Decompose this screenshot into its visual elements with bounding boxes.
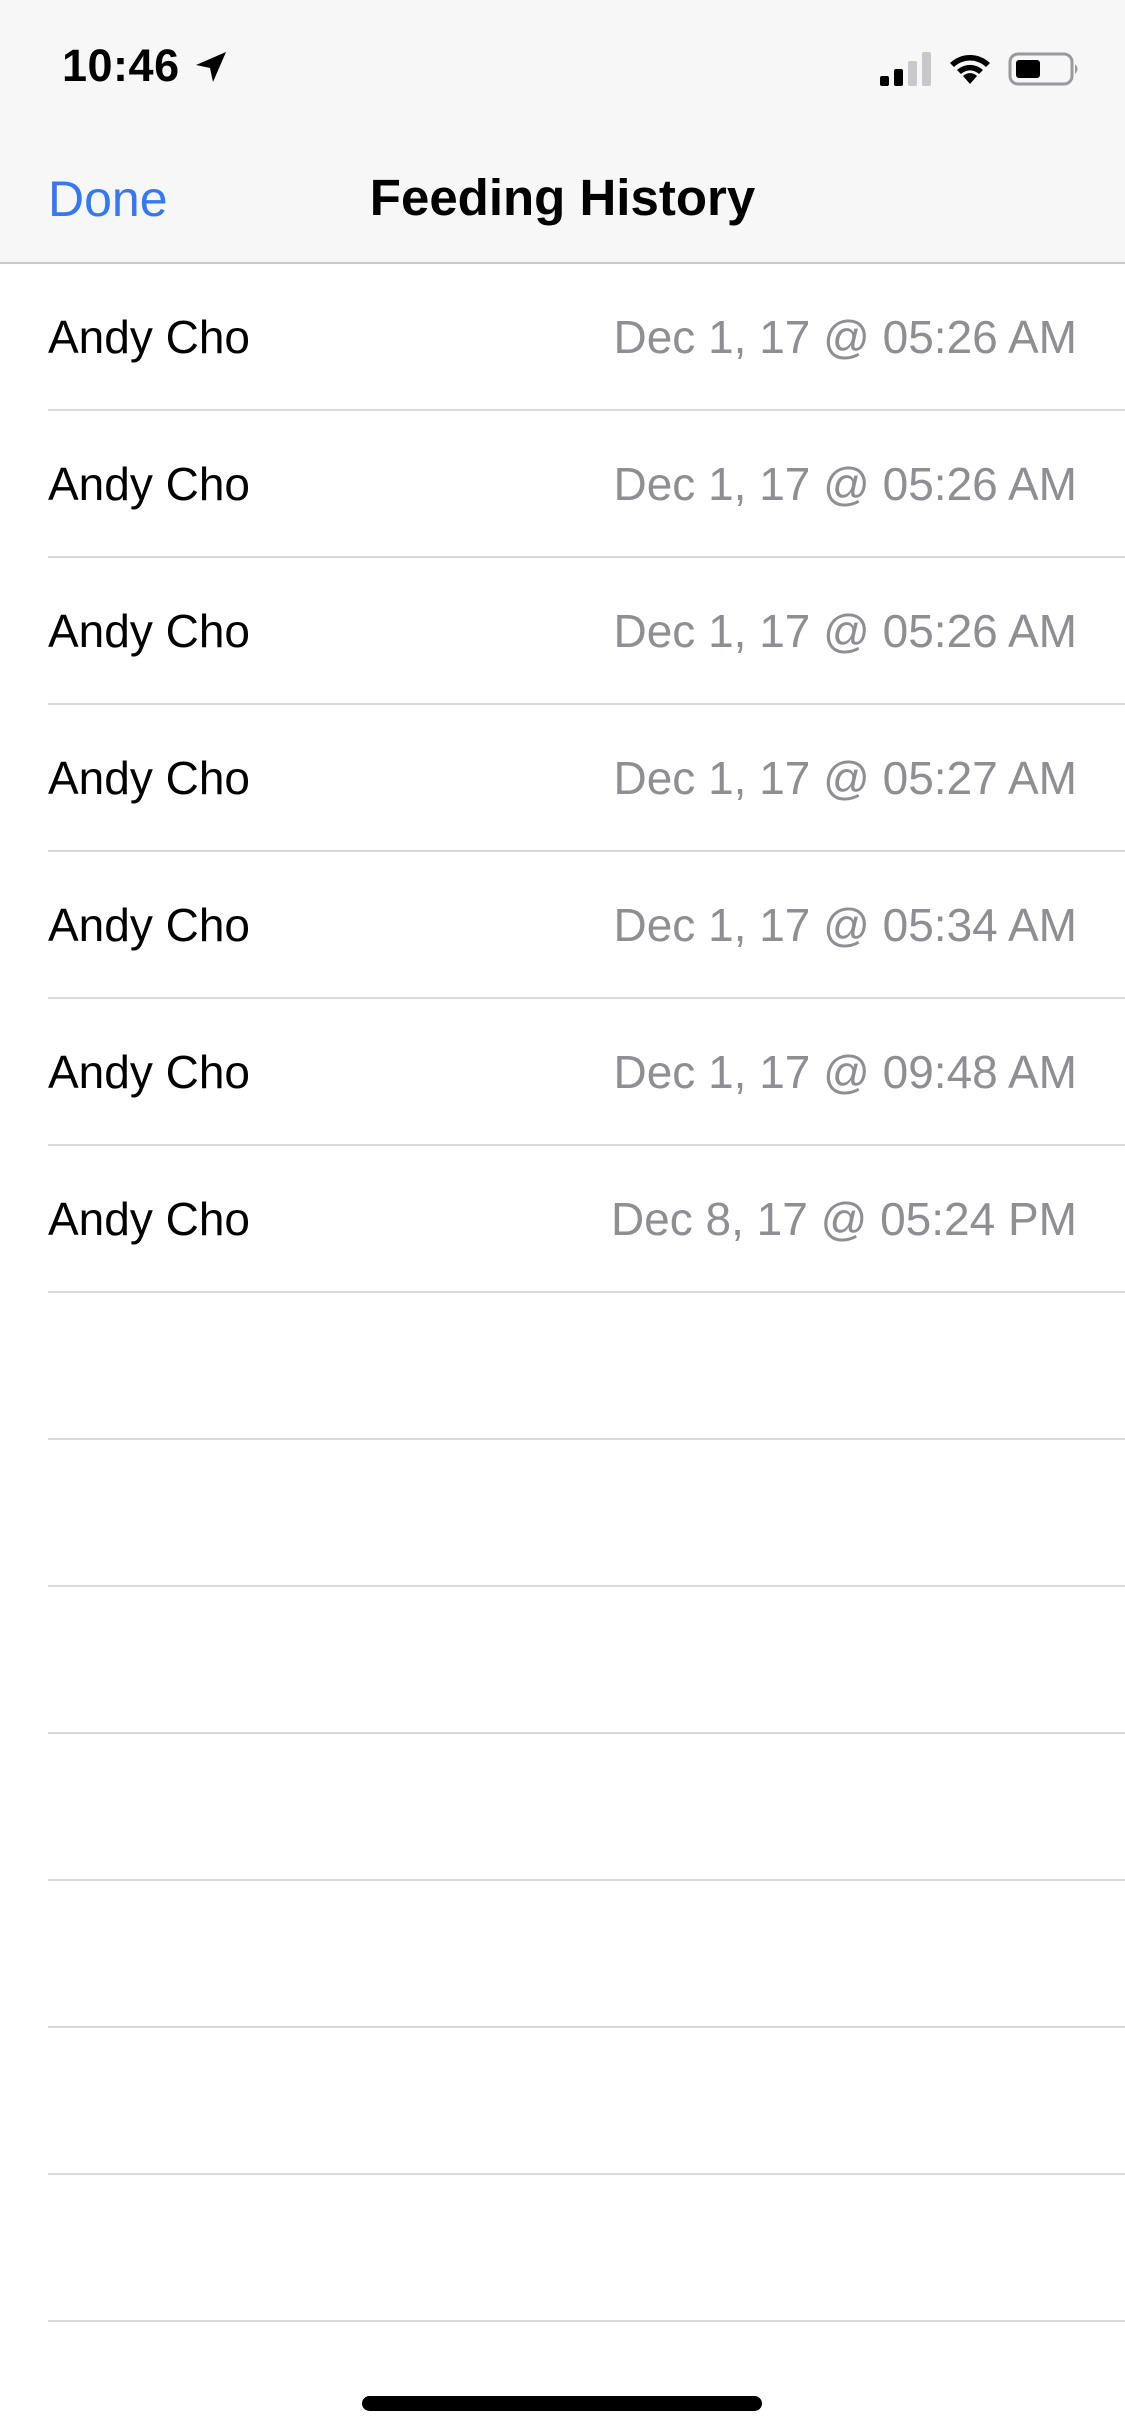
table-row[interactable]: Andy Cho Dec 8, 17 @ 05:24 PM bbox=[48, 1146, 1125, 1293]
row-feeder-name: Andy Cho bbox=[48, 752, 251, 804]
navigation-bar: Done Feeding History bbox=[0, 132, 1125, 264]
feeding-history-screen: 10:46 Done Feeding History Andy Cho Dec … bbox=[0, 0, 1125, 2436]
empty-table-row bbox=[48, 2028, 1125, 2175]
empty-table-row bbox=[48, 1293, 1125, 1440]
cellular-signal-icon bbox=[880, 52, 931, 86]
empty-table-row bbox=[48, 1881, 1125, 2028]
table-row[interactable]: Andy Cho Dec 1, 17 @ 05:34 AM bbox=[48, 852, 1125, 999]
row-feeding-date: Dec 1, 17 @ 05:26 AM bbox=[613, 311, 1077, 363]
table-row[interactable]: Andy Cho Dec 1, 17 @ 05:26 AM bbox=[48, 558, 1125, 705]
row-feeding-date: Dec 1, 17 @ 05:34 AM bbox=[613, 899, 1077, 951]
table-row[interactable]: Andy Cho Dec 1, 17 @ 05:26 AM bbox=[48, 411, 1125, 558]
table-row[interactable]: Andy Cho Dec 1, 17 @ 05:26 AM bbox=[48, 264, 1125, 411]
table-row[interactable]: Andy Cho Dec 1, 17 @ 09:48 AM bbox=[48, 999, 1125, 1146]
row-feeding-date: Dec 1, 17 @ 05:26 AM bbox=[613, 458, 1077, 510]
location-arrow-icon bbox=[196, 52, 226, 82]
table-row[interactable]: Andy Cho Dec 1, 17 @ 05:27 AM bbox=[48, 705, 1125, 852]
row-feeder-name: Andy Cho bbox=[48, 899, 251, 951]
top-bar: 10:46 Done Feeding History bbox=[0, 0, 1125, 264]
page-title: Feeding History bbox=[369, 169, 756, 226]
empty-table-row bbox=[48, 1587, 1125, 1734]
row-feeder-name: Andy Cho bbox=[48, 605, 251, 657]
row-feeding-date: Dec 1, 17 @ 05:27 AM bbox=[613, 752, 1077, 804]
row-feeder-name: Andy Cho bbox=[48, 1046, 251, 1098]
row-feeder-name: Andy Cho bbox=[48, 1193, 251, 1245]
wifi-icon bbox=[950, 55, 990, 84]
row-feeding-date: Dec 8, 17 @ 05:24 PM bbox=[610, 1193, 1077, 1245]
status-time: 10:46 bbox=[62, 40, 180, 91]
battery-icon bbox=[1008, 52, 1078, 86]
feeding-history-table: Andy Cho Dec 1, 17 @ 05:26 AM Andy Cho Dec … bbox=[0, 264, 1125, 2322]
row-feeder-name: Andy Cho bbox=[48, 311, 251, 363]
row-feeding-date: Dec 1, 17 @ 05:26 AM bbox=[613, 605, 1077, 657]
row-feeding-date: Dec 1, 17 @ 09:48 AM bbox=[613, 1046, 1077, 1098]
row-feeder-name: Andy Cho bbox=[48, 458, 251, 510]
empty-table-row bbox=[48, 2175, 1125, 2322]
home-indicator[interactable] bbox=[362, 2396, 762, 2411]
status-bar: 10:46 bbox=[0, 0, 1125, 132]
empty-table-row bbox=[48, 1734, 1125, 1881]
empty-table-row bbox=[48, 1440, 1125, 1587]
